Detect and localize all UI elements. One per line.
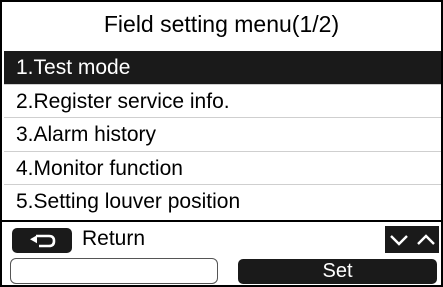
scroll-down-button[interactable] xyxy=(385,226,412,253)
return-button[interactable] xyxy=(12,228,72,253)
set-button[interactable]: Set xyxy=(238,259,437,284)
scroll-up-button[interactable] xyxy=(412,226,439,253)
menu-item-monitor-function[interactable]: 4.Monitor function xyxy=(4,152,441,185)
menu-list: 1.Test mode 2.Register service info. 3.A… xyxy=(4,51,441,219)
page-title: Field setting menu(1/2) xyxy=(103,11,340,37)
menu-item-test-mode[interactable]: 1.Test mode xyxy=(4,51,441,85)
footer-divider xyxy=(2,220,441,222)
field-setting-screen: Field setting menu(1/2) 1.Test mode 2.Re… xyxy=(0,0,443,287)
return-arrow-icon xyxy=(30,234,56,247)
menu-item-alarm-history[interactable]: 3.Alarm history xyxy=(4,118,441,152)
menu-item-setting-louver-position[interactable]: 5.Setting louver position xyxy=(4,185,441,219)
empty-soft-key[interactable] xyxy=(10,258,218,284)
chevron-down-icon xyxy=(389,234,408,246)
chevron-up-icon xyxy=(416,233,435,245)
menu-item-register-service-info[interactable]: 2.Register service info. xyxy=(4,85,441,118)
return-label: Return xyxy=(82,227,146,250)
